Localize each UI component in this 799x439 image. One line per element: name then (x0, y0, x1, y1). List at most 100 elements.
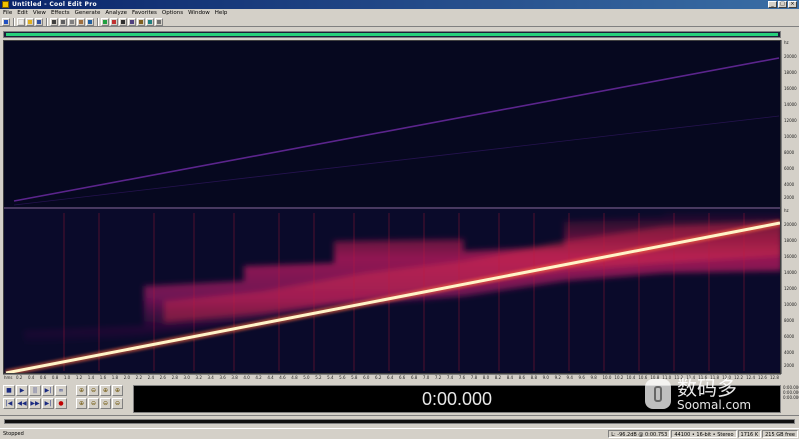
overview-bar[interactable] (3, 31, 781, 38)
copy-icon[interactable] (59, 17, 67, 26)
selection-length[interactable]: 0:00.000 (783, 395, 799, 400)
app-icon[interactable] (2, 1, 9, 8)
menu-generate[interactable]: Generate (75, 10, 101, 16)
time-tick: 8.6 (518, 375, 526, 380)
menu-edit[interactable]: Edit (17, 10, 28, 16)
frequency-ruler: hz 20000 18000 16000 14000 12000 10000 8… (781, 40, 799, 374)
zoom-full-button[interactable]: ⊕ (100, 385, 111, 396)
time-tick: 3.0 (183, 375, 190, 380)
mix-paste-icon[interactable] (77, 17, 85, 26)
menu-bar: File Edit View Effects Generate Analyze … (0, 9, 799, 17)
soomal-logo-icon (645, 379, 671, 409)
time-tick: 9.4 (566, 375, 573, 380)
waveform-view-icon[interactable] (101, 17, 109, 26)
go-to-start-button[interactable]: |◀ (3, 398, 15, 409)
go-to-end-button[interactable]: ▶| (42, 398, 54, 409)
new-file-icon[interactable] (17, 17, 25, 26)
open-file-icon[interactable] (26, 17, 34, 26)
freq-tick: 14000 (784, 102, 797, 107)
play-button[interactable]: ▶ (16, 385, 28, 396)
time-tick: 9.2 (554, 375, 561, 380)
paste-icon[interactable] (68, 17, 76, 26)
loop-icon[interactable] (146, 17, 154, 26)
freq-tick: 2000 (784, 195, 795, 200)
snap-icon[interactable] (128, 17, 136, 26)
menu-window[interactable]: Window (188, 10, 210, 16)
status-bar: Stopped L: -96.2dB @ 0:00.753 44100 • 16… (0, 428, 799, 439)
menu-favorites[interactable]: Favorites (132, 10, 157, 16)
time-tick: 4.4 (267, 375, 274, 380)
play-to-end-button[interactable]: ▶| (42, 385, 54, 396)
select-tool-icon[interactable] (119, 17, 127, 26)
transport-spacer (68, 385, 76, 396)
transport-controls: ■ ▶ || ▶| ∞ ⊕ ⊖ ⊕ ⊕ |◀ ◀◀ ▶▶ ▶| ● ⊕ ⊖ ⊖ … (3, 385, 131, 413)
zoom-out-vertical-button[interactable]: ⊖ (112, 398, 123, 409)
time-tick: 1.0 (63, 375, 71, 380)
time-tick: 2.4 (147, 375, 154, 380)
time-tick: 0.6 (39, 375, 47, 380)
menu-options[interactable]: Options (162, 10, 183, 16)
spectral-display[interactable] (3, 40, 781, 374)
freq-tick: 12000 (784, 286, 797, 291)
zoom-out-right-button[interactable]: ⊖ (88, 398, 99, 409)
freq-tick: 8000 (784, 318, 795, 323)
freq-tick: 4000 (784, 350, 795, 355)
time-tick: 5.2 (315, 375, 322, 380)
freq-tick: 16000 (784, 254, 797, 259)
freq-tick: 10000 (784, 302, 797, 307)
window-title: Untitled - Cool Edit Pro (12, 1, 97, 8)
cut-icon[interactable] (50, 17, 58, 26)
watermark-en: Soomal.com (677, 397, 752, 412)
time-tick: 10.4 (626, 375, 636, 380)
freq-tick: 10000 (784, 134, 797, 139)
freq-tick: hz (784, 40, 789, 45)
status-cursor-level: L: -96.2dB @ 0:00.753 (608, 430, 671, 438)
time-tick: hms (4, 375, 13, 380)
menu-view[interactable]: View (33, 10, 46, 16)
menu-file[interactable]: File (3, 10, 12, 16)
maximize-button[interactable]: □ (778, 1, 787, 8)
overview-range[interactable] (6, 33, 778, 36)
freq-tick: 6000 (784, 166, 795, 171)
time-tick: 1.4 (87, 375, 95, 380)
cue-icon[interactable] (137, 17, 145, 26)
fast-forward-button[interactable]: ▶▶ (29, 398, 41, 409)
zoom-selection-button[interactable]: ⊕ (112, 385, 123, 396)
status-free-space: 215 GB free (762, 430, 798, 438)
toolbar (0, 17, 799, 27)
time-tick: 4.2 (255, 375, 262, 380)
time-tick: 7.8 (470, 375, 478, 380)
time-tick: 8.8 (530, 375, 538, 380)
top-channel-bg (4, 41, 780, 207)
save-file-icon[interactable] (35, 17, 43, 26)
zoom-in-horizontal-button[interactable]: ⊕ (76, 385, 87, 396)
close-button[interactable]: × (788, 1, 797, 8)
watermark-cn: 数码多 (677, 375, 737, 400)
freq-tick: 12000 (784, 118, 797, 123)
minimize-button[interactable]: _ (768, 1, 777, 8)
time-tick: 5.6 (339, 375, 346, 380)
status-file-size: 1716 K (737, 430, 762, 438)
rewind-button[interactable]: ◀◀ (16, 398, 28, 409)
menu-effects[interactable]: Effects (51, 10, 70, 16)
loop-play-button[interactable]: ∞ (55, 385, 67, 396)
settings-icon[interactable] (155, 17, 163, 26)
zoom-in-vertical-button[interactable]: ⊖ (100, 398, 111, 409)
pause-button[interactable]: || (29, 385, 41, 396)
zoom-in-left-button[interactable]: ⊕ (76, 398, 87, 409)
time-tick: 2.8 (171, 375, 178, 380)
stop-button[interactable]: ■ (3, 385, 15, 396)
time-tick: 0.8 (51, 375, 59, 380)
menu-help[interactable]: Help (215, 10, 228, 16)
zoom-out-horizontal-button[interactable]: ⊖ (88, 385, 99, 396)
record-button[interactable]: ● (55, 398, 67, 409)
selection-info: 0:00.000 0:00.000 0:00.000 (783, 385, 799, 413)
undo-icon[interactable] (86, 17, 94, 26)
multitrack-toggle-icon[interactable] (2, 17, 10, 26)
spectral-view-icon[interactable] (110, 17, 118, 26)
freq-tick: 8000 (784, 150, 795, 155)
time-tick: 8.0 (482, 375, 490, 380)
time-tick: 9.6 (578, 375, 585, 380)
freq-tick: hz (784, 208, 789, 213)
menu-analyze[interactable]: Analyze (105, 10, 127, 16)
